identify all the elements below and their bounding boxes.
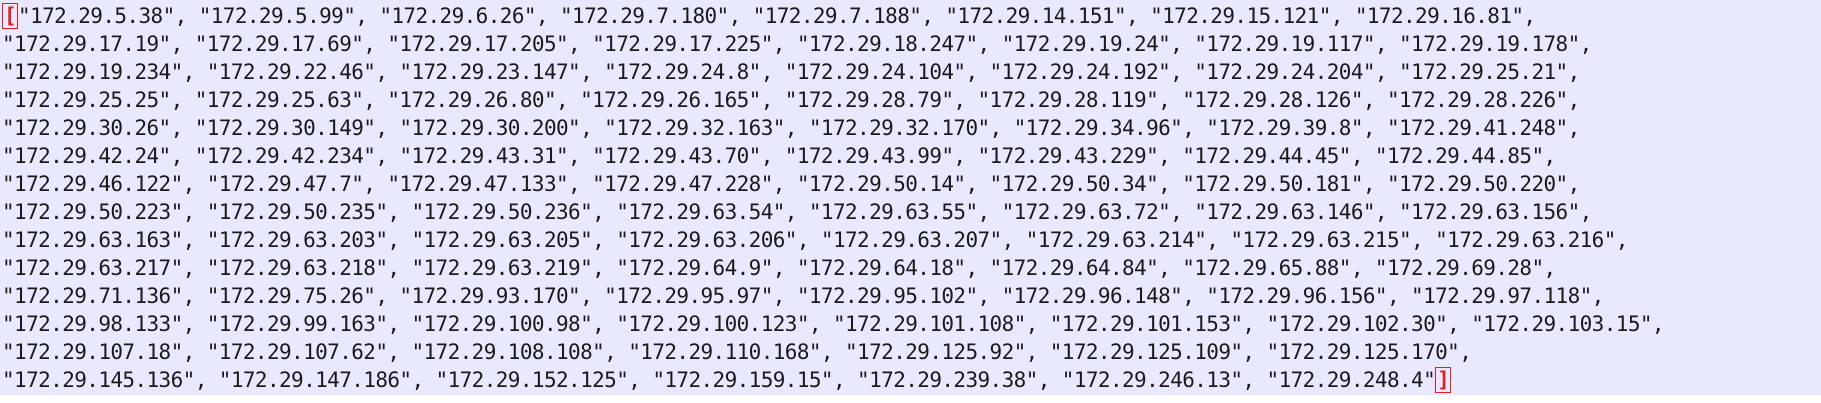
code-line-14: "172.29.145.136", "172.29.147.186", "172…: [0, 366, 1821, 394]
line-text-14: "172.29.145.136", "172.29.147.186", "172…: [2, 368, 1436, 392]
line-text-3: "172.29.19.234", "172.29.22.46", "172.29…: [2, 60, 1580, 84]
code-line-5: "172.29.30.26", "172.29.30.149", "172.29…: [0, 114, 1821, 142]
line-text-1: "172.29.5.38", "172.29.5.99", "172.29.6.…: [18, 4, 1536, 28]
close-bracket-highlight: ]: [1435, 367, 1452, 393]
line-text-6: "172.29.42.24", "172.29.42.234", "172.29…: [2, 144, 1556, 168]
open-bracket-highlight: [: [2, 3, 19, 29]
line-text-13: "172.29.107.18", "172.29.107.62", "172.2…: [2, 340, 1472, 364]
text-editor[interactable]: ["172.29.5.38", "172.29.5.99", "172.29.6…: [0, 0, 1821, 403]
line-text-2: "172.29.17.19", "172.29.17.69", "172.29.…: [2, 32, 1592, 56]
code-line-4: "172.29.25.25", "172.29.25.63", "172.29.…: [0, 86, 1821, 114]
line-text-7: "172.29.46.122", "172.29.47.7", "172.29.…: [2, 172, 1580, 196]
code-line-12: "172.29.98.133", "172.29.99.163", "172.2…: [0, 310, 1821, 338]
line-text-9: "172.29.63.163", "172.29.63.203", "172.2…: [2, 228, 1628, 252]
code-line-6: "172.29.42.24", "172.29.42.234", "172.29…: [0, 142, 1821, 170]
code-line-1: ["172.29.5.38", "172.29.5.99", "172.29.6…: [0, 2, 1821, 30]
code-line-11: "172.29.71.136", "172.29.75.26", "172.29…: [0, 282, 1821, 310]
line-text-12: "172.29.98.133", "172.29.99.163", "172.2…: [2, 312, 1665, 336]
code-line-13: "172.29.107.18", "172.29.107.62", "172.2…: [0, 338, 1821, 366]
line-text-8: "172.29.50.223", "172.29.50.235", "172.2…: [2, 200, 1592, 224]
code-line-9: "172.29.63.163", "172.29.63.203", "172.2…: [0, 226, 1821, 254]
line-text-10: "172.29.63.217", "172.29.63.218", "172.2…: [2, 256, 1556, 280]
code-line-3: "172.29.19.234", "172.29.22.46", "172.29…: [0, 58, 1821, 86]
selected-text-block[interactable]: ["172.29.5.38", "172.29.5.99", "172.29.6…: [0, 0, 1821, 395]
code-line-7: "172.29.46.122", "172.29.47.7", "172.29.…: [0, 170, 1821, 198]
code-line-8: "172.29.50.223", "172.29.50.235", "172.2…: [0, 198, 1821, 226]
code-line-2: "172.29.17.19", "172.29.17.69", "172.29.…: [0, 30, 1821, 58]
line-text-5: "172.29.30.26", "172.29.30.149", "172.29…: [2, 116, 1580, 140]
line-text-11: "172.29.71.136", "172.29.75.26", "172.29…: [2, 284, 1604, 308]
line-text-4: "172.29.25.25", "172.29.25.63", "172.29.…: [2, 88, 1580, 112]
code-line-10: "172.29.63.217", "172.29.63.218", "172.2…: [0, 254, 1821, 282]
